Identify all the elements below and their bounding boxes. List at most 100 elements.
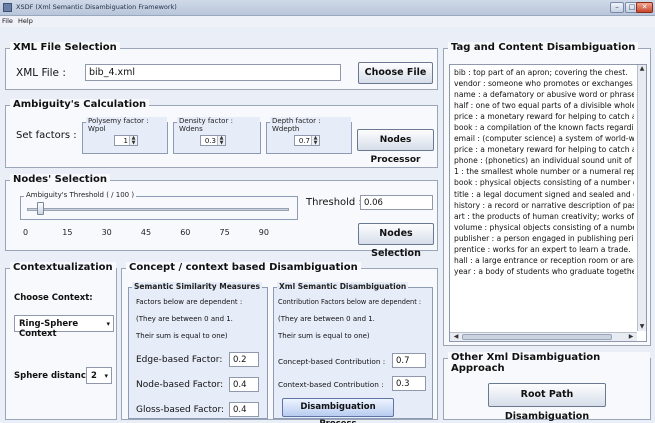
threshold-slider-title: Ambiguity's Threshold ( / 100 ): [24, 191, 137, 199]
tag-content-line: half : one of two equal parts of a divis…: [454, 101, 634, 111]
set-factors-label: Set factors :: [16, 130, 77, 141]
depth-spinner[interactable]: 0.7 ▲ ▼: [294, 135, 320, 146]
xml-desc-2: (They are between 0 and 1.: [278, 315, 375, 323]
window-title: XSDF (Xml Semantic Disambiguation Framew…: [16, 3, 177, 11]
concept-contribution-input[interactable]: 0.7: [392, 353, 426, 368]
scroll-right-icon[interactable]: ▶: [627, 333, 635, 341]
semantic-desc-3: Their sum is equal to one): [136, 332, 228, 340]
spinner-arrows-icon[interactable]: ▲ ▼: [311, 136, 319, 146]
spinner-arrows-icon[interactable]: ▲ ▼: [217, 136, 225, 146]
density-spinner[interactable]: 0.3 ▲ ▼: [200, 135, 226, 146]
concept-panel-title: Concept / context based Disambiguation: [126, 262, 361, 273]
close-button[interactable]: ✕: [636, 2, 653, 13]
horizontal-scrollbar[interactable]: ◀ ▶: [450, 332, 637, 341]
semantic-similarity-title: Semantic Similarity Measures: [132, 282, 262, 291]
depth-title: Depth factor : Wdepth: [270, 117, 351, 133]
sphere-distance-select[interactable]: 2 ▾: [86, 367, 112, 384]
ambiguity-panel: Ambiguity's Calculation Set factors : Po…: [5, 99, 438, 168]
tag-content-line: volume : physical objects consisting of …: [454, 222, 634, 232]
context-contribution-input[interactable]: 0.3: [392, 376, 426, 391]
scroll-down-icon[interactable]: ▼: [638, 323, 646, 331]
tag-content-line: email : (computer science) a system of w…: [454, 134, 634, 144]
app-icon: [3, 3, 12, 12]
xml-disambiguation-title: Xml Semantic Disambiguation: [277, 282, 409, 291]
polysemy-value: 1: [123, 137, 128, 145]
edge-factor-label: Edge-based Factor:: [136, 355, 223, 365]
context-select-value: Ring-Sphere Context: [19, 319, 79, 339]
tag-content-line: price : a monetary reward for helping to…: [454, 145, 634, 155]
menu-file[interactable]: File: [2, 17, 13, 25]
choose-context-label: Choose Context:: [14, 293, 93, 303]
tag-content-line: history : a record or narrative descript…: [454, 200, 634, 210]
nodes-processor-button[interactable]: Nodes Processor: [357, 129, 434, 165]
slider-tick-label: 60: [180, 228, 191, 237]
tag-content-line: price : a monetary reward for helping to…: [454, 112, 634, 122]
chevron-down-icon[interactable]: ▾: [106, 320, 110, 328]
tag-content-panel-title: Tag and Content Disambiguation: [448, 42, 639, 53]
xml-file-label: XML File :: [16, 67, 66, 79]
other-approach-panel-title: Other Xml Disambiguation Approach: [448, 352, 650, 374]
xml-disambiguation-group: Xml Semantic Disambiguation Contribution…: [273, 282, 433, 423]
root-path-disambiguation-button[interactable]: Root Path Disambiguation: [488, 383, 606, 422]
tag-content-lines: bib : top part of an apron; covering the…: [454, 67, 634, 277]
tag-content-textarea[interactable]: bib : top part of an apron; covering the…: [449, 64, 647, 342]
sphere-distance-value: 2: [91, 371, 97, 381]
xml-desc-1: Contribution Factors below are dependent…: [278, 298, 422, 306]
choose-file-button[interactable]: Choose File: [358, 62, 433, 84]
minimize-button[interactable]: –: [610, 2, 624, 13]
semantic-desc-2: (They are between 0 and 1.: [136, 315, 233, 323]
tag-content-line: title : a legal document signed and seal…: [454, 189, 634, 199]
semantic-desc-1: Factors below are dependent :: [136, 298, 243, 306]
threshold-input[interactable]: 0.06: [360, 195, 433, 210]
nodes-selection-button[interactable]: Nodes Selection: [358, 223, 434, 259]
contextualization-panel-title: Contextualization: [10, 262, 116, 273]
tag-content-panel: Tag and Content Disambiguation bib : top…: [443, 42, 651, 346]
xml-file-input[interactable]: bib_4.xml: [85, 64, 341, 81]
threshold-slider-thumb[interactable]: [37, 202, 45, 215]
concept-contribution-label: Concept-based Contribution :: [278, 357, 386, 366]
spinner-arrows-icon[interactable]: ▲ ▼: [129, 136, 137, 146]
tag-content-line: bib : top part of an apron; covering the…: [454, 68, 628, 77]
title-bar: XSDF (Xml Semantic Disambiguation Framew…: [0, 0, 655, 16]
polysemy-spinner[interactable]: 1 ▲ ▼: [114, 135, 138, 146]
horizontal-scroll-thumb[interactable]: [462, 334, 612, 340]
polysemy-title: Polysemy factor : Wpol: [86, 117, 167, 133]
vertical-scrollbar[interactable]: ▲ ▼: [637, 65, 646, 331]
slider-tick-label: 45: [140, 228, 152, 237]
sphere-distance-label: Sphere distance:: [14, 371, 96, 381]
density-title: Density factor : Wdens: [177, 117, 260, 133]
slider-tick-label: 75: [219, 228, 230, 237]
context-select[interactable]: Ring-Sphere Context ▾: [14, 315, 114, 339]
xml-desc-3: Their sum is equal to one): [278, 332, 370, 340]
scroll-up-icon[interactable]: ▲: [638, 65, 646, 73]
context-contribution-label: Context-based Contribution :: [278, 380, 384, 389]
xml-file-panel-title: XML File Selection: [10, 42, 120, 53]
polysemy-group: Polysemy factor : Wpol 1 ▲ ▼: [82, 117, 168, 154]
density-value: 0.3: [204, 137, 216, 145]
node-factor-input[interactable]: 0.4: [229, 377, 259, 392]
threshold-slider-track[interactable]: [27, 208, 289, 211]
density-group: Density factor : Wdens 0.3 ▲ ▼: [173, 117, 261, 154]
menu-help[interactable]: Help: [18, 17, 33, 25]
depth-value: 0.7: [298, 137, 310, 145]
tag-content-line: phone : (phonetics) an individual sound …: [454, 156, 634, 166]
tag-content-line: name : a defamatory or abusive word or p…: [454, 90, 634, 100]
nodes-selection-panel-title: Nodes' Selection: [10, 174, 110, 185]
contextualization-panel: Contextualization Choose Context: Ring-S…: [5, 262, 117, 420]
slider-tick-label: 0: [23, 228, 29, 237]
edge-factor-input[interactable]: 0.2: [229, 352, 259, 367]
xml-file-panel: XML File Selection XML File : bib_4.xml …: [5, 42, 438, 90]
chevron-down-icon[interactable]: ▾: [104, 372, 108, 380]
scroll-left-icon[interactable]: ◀: [452, 333, 460, 341]
tag-content-line: 1 : the smallest whole number or a numer…: [454, 167, 634, 177]
depth-group: Depth factor : Wdepth 0.7 ▲ ▼: [266, 117, 352, 154]
tag-content-line: book : physical objects consisting of a …: [454, 178, 634, 188]
threshold-label: Threshold :: [306, 197, 362, 208]
gloss-factor-input[interactable]: 0.4: [229, 402, 259, 417]
other-approach-panel: Other Xml Disambiguation Approach Root P…: [443, 352, 651, 422]
tag-content-line: year : a body of students who graduate t…: [454, 266, 634, 276]
tag-content-line: vendor : someone who promotes or exchang…: [454, 79, 634, 89]
concept-panel: Concept / context based Disambiguation S…: [121, 262, 438, 423]
slider-tick-label: 30: [101, 228, 112, 237]
disambiguation-process-button[interactable]: Disambiguation Process: [282, 398, 394, 423]
